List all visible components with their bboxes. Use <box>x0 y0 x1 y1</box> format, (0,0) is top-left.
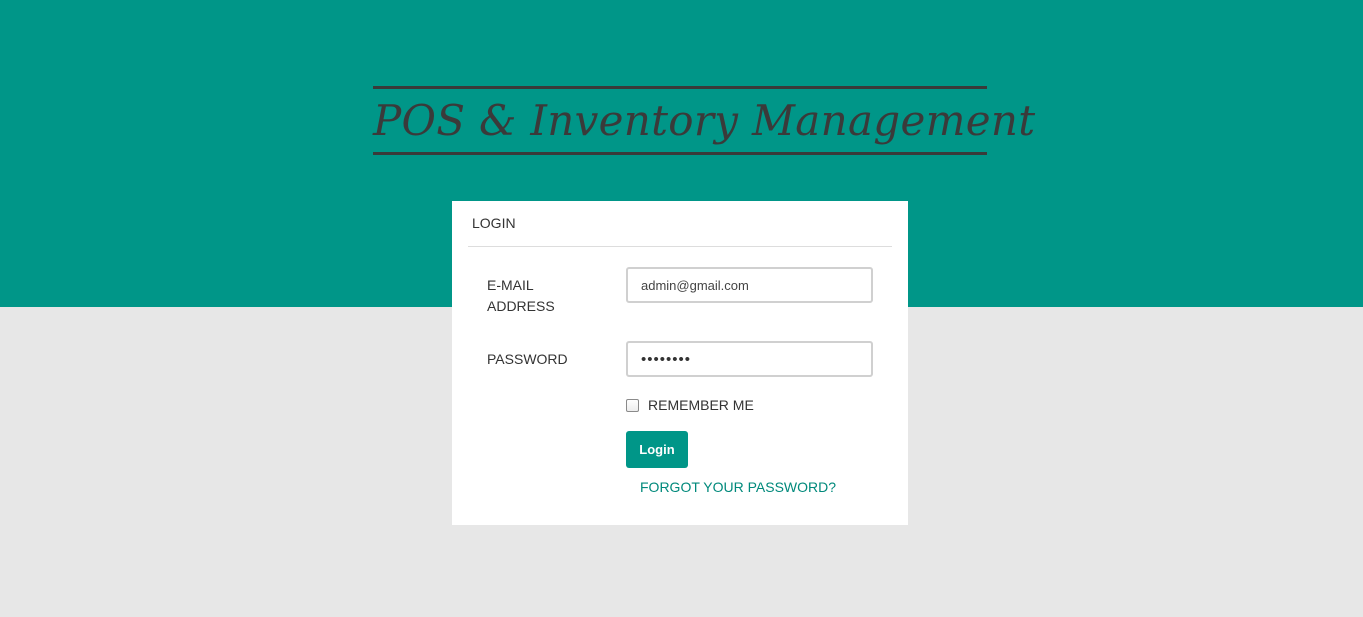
password-field[interactable] <box>626 341 873 377</box>
remember-me-label: REMEMBER ME <box>648 397 754 413</box>
password-label: PASSWORD <box>487 351 568 367</box>
email-field[interactable] <box>626 267 873 303</box>
login-card: LOGIN E-MAIL ADDRESS PASSWORD REMEMBER M… <box>452 201 908 525</box>
remember-me-checkbox[interactable] <box>626 398 639 412</box>
app-logo-text: POS & Inventory Management <box>373 96 1036 145</box>
app-logo: POS & Inventory Management <box>373 86 1036 155</box>
forgot-password-link[interactable]: FORGOT YOUR PASSWORD? <box>640 479 836 495</box>
login-button[interactable]: Login <box>626 431 688 468</box>
login-title: LOGIN <box>472 215 516 231</box>
login-card-header <box>468 201 892 247</box>
remember-me[interactable]: REMEMBER ME <box>626 396 754 414</box>
email-label: E-MAIL ADDRESS <box>487 277 555 314</box>
